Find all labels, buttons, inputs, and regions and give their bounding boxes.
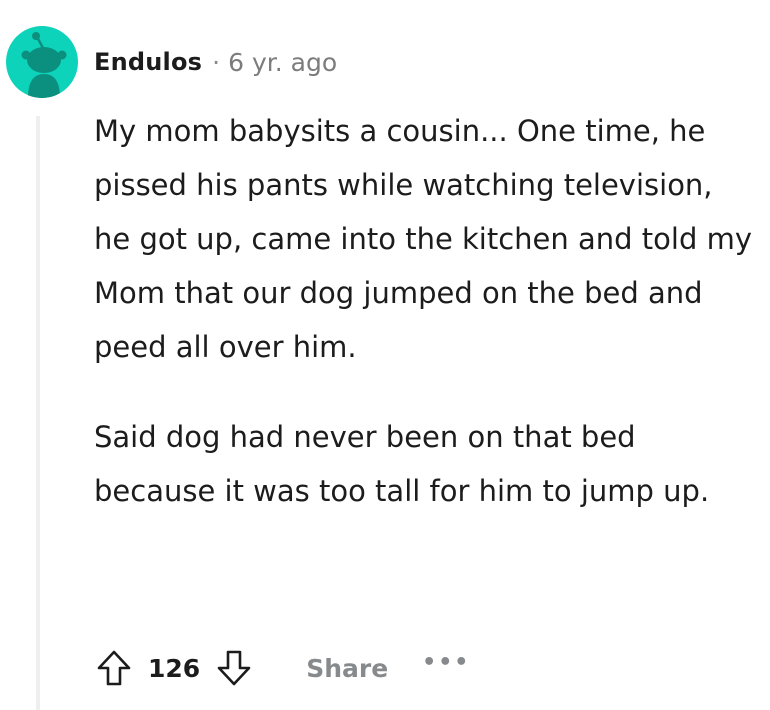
comment-timestamp[interactable]: 6 yr. ago — [228, 48, 337, 77]
avatar[interactable] — [6, 26, 78, 98]
comment: Endulos · 6 yr. ago My mom babysits a co… — [0, 0, 770, 710]
author-name[interactable]: Endulos — [94, 48, 202, 76]
upvote-button[interactable] — [94, 646, 134, 690]
comment-actions: 126 Share ••• — [94, 640, 470, 696]
thread-line[interactable] — [36, 116, 40, 710]
vote-score: 126 — [148, 653, 201, 683]
share-button[interactable]: Share — [306, 654, 388, 683]
comment-paragraph: Said dog had never been on that bed beca… — [94, 420, 710, 508]
comment-meta: Endulos · 6 yr. ago — [94, 44, 337, 80]
comment-paragraph: My mom babysits a cousin... One time, he… — [94, 114, 752, 364]
meta-separator: · — [212, 47, 221, 77]
upvote-arrow-icon — [97, 650, 131, 686]
more-options-icon[interactable]: ••• — [422, 650, 470, 675]
comment-body: My mom babysits a cousin... One time, he… — [94, 104, 754, 554]
downvote-arrow-icon — [217, 650, 251, 686]
snoo-avatar-icon — [21, 32, 67, 98]
downvote-button[interactable] — [214, 646, 254, 690]
